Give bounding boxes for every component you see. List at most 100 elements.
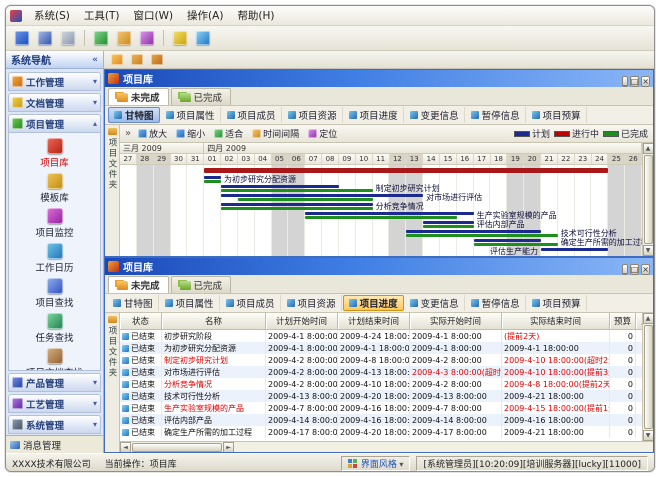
column-header-status[interactable]: 状态 [120, 313, 162, 330]
tab-project-budget[interactable]: 项目预算 [527, 107, 587, 123]
actual-bar[interactable] [305, 216, 457, 219]
scroll-up-icon[interactable] [643, 143, 654, 154]
actual-bar[interactable] [238, 198, 373, 201]
column-header-actual_start[interactable]: 实际开始时间 [410, 313, 502, 330]
user-icon-button[interactable] [12, 28, 32, 48]
sidebar-item-project-library[interactable]: 项目库 [13, 137, 97, 170]
column-header-plan_start[interactable]: 计划开始时间 [266, 313, 338, 330]
table-vertical-scrollbar[interactable] [642, 313, 653, 441]
tab-project-members[interactable]: 项目成员 [221, 295, 281, 311]
scroll-down-icon[interactable] [643, 245, 654, 256]
lock-icon-button[interactable] [170, 28, 190, 48]
scrollbar-thumb[interactable] [644, 325, 653, 429]
tab-change-info[interactable]: 变更信息 [405, 107, 465, 123]
actual-bar[interactable] [406, 234, 558, 237]
print-icon-button[interactable] [58, 28, 78, 48]
scrollbar-thumb[interactable] [644, 155, 653, 244]
scrollbar-thumb[interactable] [132, 443, 222, 452]
table-row[interactable]: 已结束分析竞争情况2009-4-2 8:00:002009-4-10 18:00… [120, 378, 642, 390]
save-icon-button[interactable] [35, 28, 55, 48]
actual-bar[interactable] [204, 180, 221, 183]
open-folder-icon-button[interactable] [109, 52, 125, 67]
menu-window[interactable]: 窗口(W) [126, 8, 180, 24]
scroll-left-icon[interactable] [120, 442, 131, 453]
column-header-name[interactable]: 名称 [162, 313, 266, 330]
tile-windows-icon-button[interactable] [149, 52, 165, 67]
gantt-vertical-scrollbar[interactable] [642, 143, 653, 256]
plan-bar[interactable] [305, 212, 473, 215]
message-management-tab[interactable]: 消息管理 [6, 435, 103, 453]
table-row[interactable]: 已结束生产实验室规模的产品2009-4-7 8:00:002009-4-16 1… [120, 402, 642, 414]
tab-pause-info[interactable]: 暂停信息 [466, 107, 526, 123]
column-header-plan_end[interactable]: 计划结束时间 [338, 313, 410, 330]
tab-project-progress[interactable]: 项目进度 [344, 107, 404, 123]
table-row[interactable]: 已结束评估内部产品2009-4-14 8:00:002009-4-16 18:0… [120, 414, 642, 426]
time-interval-button[interactable]: 时间间隔 [250, 126, 301, 141]
plugin-icon-button[interactable] [137, 28, 157, 48]
zoom-in-button[interactable]: 放大 [136, 126, 169, 141]
summary-bar[interactable] [204, 168, 608, 173]
window-icon-button[interactable] [114, 28, 134, 48]
plan-bar[interactable] [221, 203, 373, 206]
project-folders-tab[interactable]: 项目文件夹 [105, 125, 120, 256]
plan-bar[interactable] [474, 239, 541, 242]
interface-style-selector[interactable]: 界面风格 [341, 456, 411, 471]
maximize-button[interactable]: □ [630, 76, 640, 87]
table-row[interactable]: 已结束对市场进行评估2009-4-2 8:00:002009-4-13 18:0… [120, 366, 642, 378]
actual-bar[interactable] [221, 189, 373, 192]
plan-bar[interactable] [423, 221, 474, 224]
sidebar-group-work-mgmt[interactable]: 工作管理 [8, 72, 101, 91]
locate-button[interactable]: 定位 [306, 126, 339, 141]
scroll-up-icon[interactable] [643, 313, 654, 324]
sidebar-item-project-search[interactable]: 项目查找 [13, 277, 97, 310]
filter-tab-incomplete[interactable]: 未完成 [108, 88, 169, 105]
menu-action[interactable]: 操作(A) [180, 8, 230, 24]
sidebar-header[interactable]: 系统导航 [6, 51, 103, 69]
zoom-out-button[interactable]: 缩小 [174, 126, 207, 141]
gantt-chart[interactable]: 为初步研究分配资源制定初步研究计划对市场进行评估分析竞争情况生产实验室规模的产品… [120, 165, 642, 256]
tab-project-props[interactable]: 项目属性 [160, 295, 220, 311]
table-row[interactable]: 已结束为初步研究分配资源2009-4-1 8:00:002009-4-1 18:… [120, 342, 642, 354]
filter-tab-incomplete[interactable]: 未完成 [108, 276, 169, 293]
cascade-windows-icon-button[interactable] [129, 52, 145, 67]
maximize-button[interactable]: □ [630, 264, 640, 275]
close-button[interactable]: × [641, 76, 650, 87]
refresh-icon-button[interactable] [91, 28, 111, 48]
table-row[interactable]: 已结束初步研究阶段2009-4-1 8:00:002009-4-24 18:00… [120, 330, 642, 342]
filter-tab-complete[interactable]: 已完成 [171, 88, 232, 105]
tab-gantt-chart[interactable]: 甘特图 [108, 107, 160, 123]
table-row[interactable]: 已结束制定初步研究计划2009-4-2 8:00:002009-4-8 18:0… [120, 354, 642, 366]
sidebar-group-system-mgmt[interactable]: 系统管理 [8, 415, 101, 434]
minimize-button[interactable]: _ [622, 264, 628, 275]
sidebar-item-project-monitor[interactable]: 项目监控 [13, 207, 97, 240]
plan-bar[interactable] [541, 248, 608, 251]
plan-bar[interactable] [406, 230, 541, 233]
filter-tab-complete[interactable]: 已完成 [171, 276, 232, 293]
sidebar-item-project-doc-search[interactable]: 项目文档查找 [13, 347, 97, 371]
tab-project-members[interactable]: 项目成员 [222, 107, 282, 123]
close-button[interactable]: × [641, 264, 650, 275]
help-icon-button[interactable] [193, 28, 213, 48]
sidebar-item-work-calendar[interactable]: 工作日历 [13, 242, 97, 275]
scroll-down-icon[interactable] [643, 430, 654, 441]
project-folders-tab[interactable]: 项目文件夹 [105, 313, 120, 452]
tab-project-resources[interactable]: 项目资源 [282, 295, 342, 311]
actual-bar[interactable] [423, 225, 474, 228]
tab-project-resources[interactable]: 项目资源 [283, 107, 343, 123]
actual-bar[interactable] [221, 207, 373, 210]
sidebar-group-project-mgmt[interactable]: 项目管理 [8, 114, 101, 133]
plan-bar[interactable] [204, 176, 221, 179]
tab-pause-info[interactable]: 暂停信息 [466, 295, 526, 311]
sidebar-item-task-search[interactable]: 任务查找 [13, 312, 97, 345]
sidebar-item-template-library[interactable]: 模板库 [13, 172, 97, 205]
sidebar-group-doc-mgmt[interactable]: 文档管理 [8, 93, 101, 112]
table-row[interactable]: 已结束技术可行性分析2009-4-13 8:00:002009-4-20 18:… [120, 390, 642, 402]
menu-help[interactable]: 帮助(H) [230, 8, 281, 24]
tab-project-budget[interactable]: 项目预算 [527, 295, 587, 311]
column-header-actual_end[interactable]: 实际结束时间 [502, 313, 610, 330]
plan-bar[interactable] [221, 194, 423, 197]
menu-system[interactable]: 系统(S) [27, 8, 77, 24]
tab-gantt-chart[interactable]: 甘特图 [108, 295, 159, 311]
column-header-budget[interactable]: 预算 [610, 313, 636, 330]
gantt-window-titlebar[interactable]: 项目库 _□× [105, 70, 653, 87]
